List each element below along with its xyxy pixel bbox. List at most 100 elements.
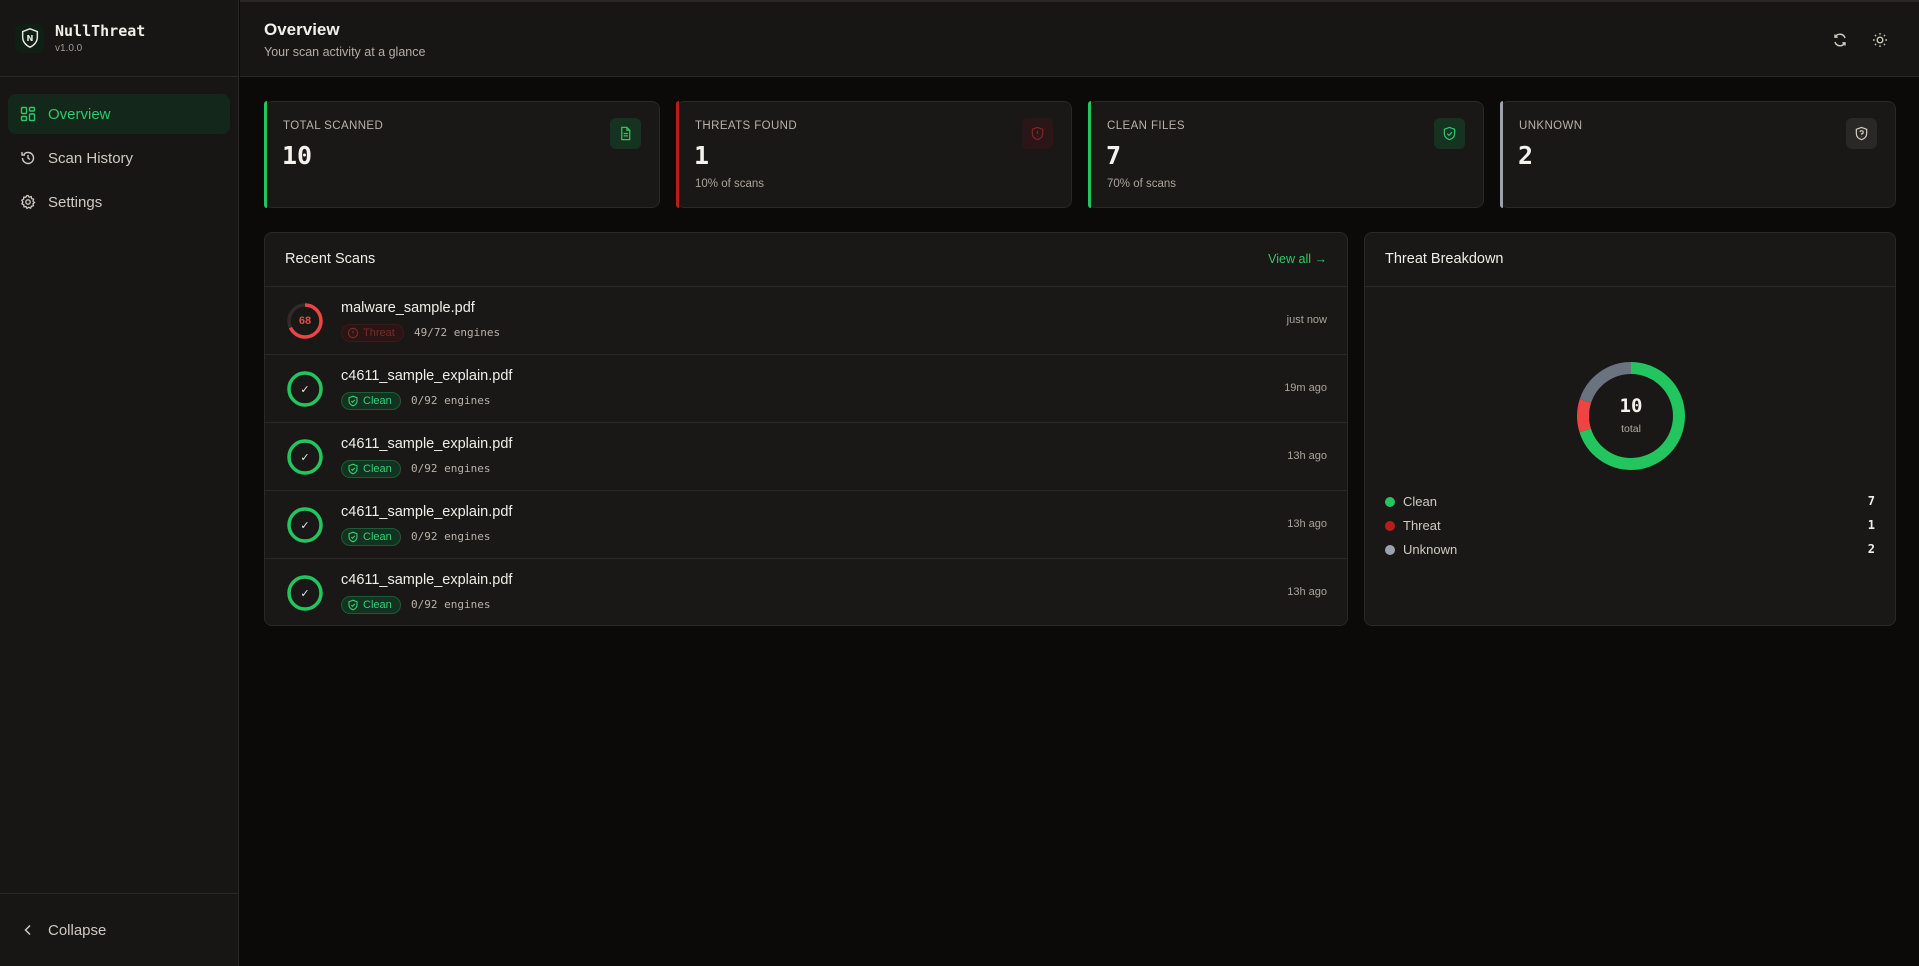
- stat-sub: 70% of scans: [1107, 178, 1177, 190]
- panel-title: Recent Scans: [285, 251, 376, 267]
- panel-header: Threat Breakdown: [1365, 233, 1895, 287]
- sidebar-item-overview[interactable]: Overview: [8, 94, 230, 134]
- scan-score-ring: ✓: [286, 574, 324, 612]
- scan-score-value: ✓: [300, 587, 310, 600]
- stat-label: TOTAL SCANNED: [283, 120, 384, 132]
- stat-label: CLEAN FILES: [1107, 120, 1185, 132]
- scan-time: 13h ago: [1287, 518, 1327, 530]
- scan-score-ring: ✓: [286, 370, 324, 408]
- legend-label: Threat: [1403, 518, 1441, 533]
- stat-card-clean-files: CLEAN FILES 7 70% of scans: [1088, 101, 1484, 208]
- legend-item-threat: Threat 1: [1385, 517, 1875, 535]
- sidebar-nav: Overview Scan History Settings: [0, 77, 238, 222]
- stat-value: 10: [282, 141, 313, 170]
- stat-value: 2: [1518, 141, 1534, 170]
- sidebar-item-scan-history[interactable]: Scan History: [8, 138, 230, 178]
- brand: N NullThreat v1.0.0: [0, 0, 238, 77]
- theme-toggle-button[interactable]: [1869, 29, 1891, 51]
- status-badge-label: Clean: [363, 531, 392, 543]
- file-icon: [610, 118, 641, 149]
- legend-dot: [1385, 497, 1395, 507]
- scan-file-name: malware_sample.pdf: [341, 300, 475, 316]
- collapse-button[interactable]: Collapse: [0, 893, 239, 966]
- status-badge: Clean: [341, 392, 401, 410]
- page-subtitle: Your scan activity at a glance: [264, 45, 426, 59]
- refresh-icon: [1834, 33, 1846, 47]
- scan-time: just now: [1286, 314, 1327, 326]
- shield-question-icon: [1846, 118, 1877, 149]
- alert-circle-icon: [347, 327, 359, 339]
- donut-total-value: 10: [1619, 395, 1643, 417]
- sidebar-item-label: Overview: [48, 105, 111, 123]
- app-version: v1.0.0: [55, 43, 83, 54]
- status-badge: Clean: [341, 528, 401, 546]
- donut-total-label: total: [1621, 423, 1641, 435]
- engine-count: 0/92 engines: [411, 394, 491, 407]
- engine-count: 49/72 engines: [414, 326, 501, 339]
- history-icon: [20, 150, 36, 166]
- stat-sub: 10% of scans: [695, 178, 765, 190]
- scan-score-value: 68: [298, 315, 312, 327]
- stat-card-total-scanned: TOTAL SCANNED 10: [264, 101, 660, 208]
- scan-file-name: c4611_sample_explain.pdf: [341, 572, 513, 588]
- scan-file-name: c4611_sample_explain.pdf: [341, 436, 513, 452]
- scan-time: 19m ago: [1284, 382, 1327, 394]
- view-all-link[interactable]: View all →: [1268, 252, 1327, 266]
- scan-score-value: ✓: [300, 451, 310, 464]
- scan-score-value: ✓: [300, 519, 310, 532]
- shield-check-icon: [347, 599, 359, 611]
- scan-row[interactable]: ✓ c4611_sample_explain.pdf Clean 0/92 engin…: [265, 355, 1347, 423]
- sidebar-item-label: Scan History: [48, 149, 134, 167]
- scan-score-ring: ✓: [286, 438, 324, 476]
- chevron-left-icon: [20, 922, 36, 938]
- legend-item-clean: Clean 7: [1385, 493, 1875, 511]
- threat-breakdown-panel: Threat Breakdown 10 total Clean 7 Threat…: [1364, 232, 1896, 626]
- svg-text:N: N: [26, 33, 33, 43]
- shield-check-icon: [1434, 118, 1465, 149]
- engine-count: 0/92 engines: [411, 462, 491, 475]
- legend-item-unknown: Unknown 2: [1385, 541, 1875, 559]
- recent-scans-list: 68 malware_sample.pdf Threat 49/72 engines j…: [265, 287, 1347, 625]
- scan-row[interactable]: ✓ c4611_sample_explain.pdf Clean 0/92 engin…: [265, 491, 1347, 559]
- shield-check-icon: [347, 395, 359, 407]
- sun-icon: [1873, 33, 1887, 47]
- scan-row[interactable]: ✓ c4611_sample_explain.pdf Clean 0/92 engin…: [265, 423, 1347, 491]
- legend-count: 2: [1867, 542, 1875, 556]
- stat-value: 7: [1106, 141, 1122, 170]
- scan-file-name: c4611_sample_explain.pdf: [341, 368, 513, 384]
- scan-row[interactable]: 68 malware_sample.pdf Threat 49/72 engines j…: [265, 287, 1347, 355]
- scan-score-value: ✓: [300, 383, 310, 396]
- page-title: Overview: [264, 20, 340, 39]
- recent-scans-panel: Recent Scans View all → 68 malware_sample…: [264, 232, 1348, 626]
- legend-dot: [1385, 521, 1395, 531]
- grid-icon: [20, 106, 36, 122]
- shield-check-icon: [347, 463, 359, 475]
- stat-value: 1: [694, 141, 710, 170]
- stat-label: THREATS FOUND: [695, 120, 798, 132]
- scan-file-name: c4611_sample_explain.pdf: [341, 504, 513, 520]
- legend-count: 1: [1867, 518, 1875, 532]
- shield-alert-icon: [1022, 118, 1053, 149]
- stat-card-threats-found: THREATS FOUND 1 10% of scans: [676, 101, 1072, 208]
- status-badge-label: Clean: [363, 599, 392, 611]
- scan-row[interactable]: ✓ c4611_sample_explain.pdf Clean 0/92 engin…: [265, 559, 1347, 625]
- status-badge: Threat: [341, 324, 404, 342]
- app-name: NullThreat: [55, 22, 146, 40]
- engine-count: 0/92 engines: [411, 598, 491, 611]
- sidebar-item-label: Settings: [48, 193, 103, 211]
- legend-dot: [1385, 545, 1395, 555]
- stat-label: UNKNOWN: [1519, 120, 1583, 132]
- shield-check-icon: [347, 531, 359, 543]
- status-badge: Clean: [341, 596, 401, 614]
- panel-header: Recent Scans View all →: [265, 233, 1347, 287]
- scan-time: 13h ago: [1287, 450, 1327, 462]
- status-badge-label: Threat: [363, 327, 395, 339]
- scan-score-ring: ✓: [286, 506, 324, 544]
- legend-label: Clean: [1403, 494, 1437, 509]
- legend-label: Unknown: [1403, 542, 1458, 557]
- top-header: Overview Your scan activity at a glance: [240, 0, 1919, 77]
- status-badge-label: Clean: [363, 463, 392, 475]
- legend-count: 7: [1867, 494, 1875, 508]
- sidebar-item-settings[interactable]: Settings: [8, 182, 230, 222]
- refresh-button[interactable]: [1829, 29, 1851, 51]
